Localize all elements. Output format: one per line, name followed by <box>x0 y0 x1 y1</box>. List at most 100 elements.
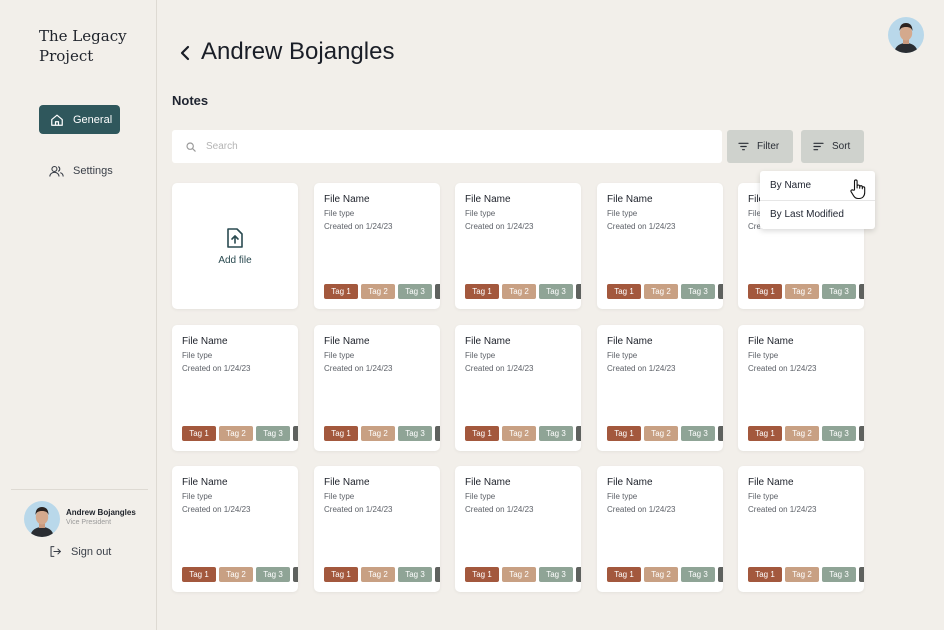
tag-1[interactable]: Tag 1 <box>748 426 782 441</box>
tag-4[interactable] <box>859 567 864 582</box>
tag-2[interactable]: Tag 2 <box>644 567 678 582</box>
tag-4[interactable] <box>293 567 298 582</box>
filter-button[interactable]: Filter <box>727 130 793 163</box>
tag-1[interactable]: Tag 1 <box>182 426 216 441</box>
file-card[interactable]: File Name File type Created on 1/24/23 T… <box>597 466 723 592</box>
file-card[interactable]: File Name File type Created on 1/24/23 T… <box>314 325 440 451</box>
tag-3[interactable]: Tag 3 <box>256 567 290 582</box>
tag-4[interactable] <box>718 567 723 582</box>
file-created-date: Created on 1/24/23 <box>324 364 393 373</box>
sign-out-button[interactable]: Sign out <box>49 545 111 558</box>
file-created-date: Created on 1/24/23 <box>182 364 251 373</box>
tag-1[interactable]: Tag 1 <box>324 567 358 582</box>
tag-1[interactable]: Tag 1 <box>607 426 641 441</box>
tag-4[interactable] <box>435 567 440 582</box>
tag-3[interactable]: Tag 3 <box>398 284 432 299</box>
tag-3[interactable]: Tag 3 <box>398 567 432 582</box>
tag-4[interactable] <box>435 426 440 441</box>
tag-1[interactable]: Tag 1 <box>324 284 358 299</box>
file-card[interactable]: File Name File type Created on 1/24/23 T… <box>455 466 581 592</box>
file-card[interactable]: File Name File type Created on 1/24/23 T… <box>314 183 440 309</box>
tag-2[interactable]: Tag 2 <box>361 567 395 582</box>
tag-2[interactable]: Tag 2 <box>219 567 253 582</box>
tag-2[interactable]: Tag 2 <box>361 426 395 441</box>
tag-2[interactable]: Tag 2 <box>361 284 395 299</box>
file-card[interactable]: File Name File type Created on 1/24/23 T… <box>455 183 581 309</box>
tag-2[interactable]: Tag 2 <box>219 426 253 441</box>
file-created-date: Created on 1/24/23 <box>465 505 534 514</box>
sort-option-by-last-modified[interactable]: By Last Modified <box>770 209 844 220</box>
file-type: File type <box>465 492 496 501</box>
file-card[interactable]: File Name File type Created on 1/24/23 T… <box>455 325 581 451</box>
tag-4[interactable] <box>576 284 581 299</box>
home-icon <box>51 114 63 126</box>
tag-2[interactable]: Tag 2 <box>785 284 819 299</box>
tag-4[interactable] <box>576 426 581 441</box>
nav-item-general-label: General <box>73 113 113 126</box>
file-created-date: Created on 1/24/23 <box>607 222 676 231</box>
tag-1[interactable]: Tag 1 <box>607 284 641 299</box>
search-icon <box>186 141 196 152</box>
file-created-date: Created on 1/24/23 <box>465 222 534 231</box>
search-input[interactable] <box>206 141 686 152</box>
tag-3[interactable]: Tag 3 <box>539 284 573 299</box>
file-card[interactable]: File Name File type Created on 1/24/23 T… <box>738 466 864 592</box>
tag-4[interactable] <box>859 426 864 441</box>
tag-4[interactable] <box>293 426 298 441</box>
back-button[interactable] <box>177 42 193 64</box>
tag-3[interactable]: Tag 3 <box>822 284 856 299</box>
tag-3[interactable]: Tag 3 <box>822 567 856 582</box>
file-card[interactable]: File Name File type Created on 1/24/23 T… <box>597 325 723 451</box>
file-card[interactable]: File Name File type Created on 1/24/23 T… <box>172 466 298 592</box>
tag-3[interactable]: Tag 3 <box>681 284 715 299</box>
tag-3[interactable]: Tag 3 <box>539 426 573 441</box>
tag-1[interactable]: Tag 1 <box>465 426 499 441</box>
file-type: File type <box>324 351 355 360</box>
sort-option-by-name[interactable]: By Name <box>770 180 811 191</box>
profile-avatar[interactable] <box>888 17 924 53</box>
tag-2[interactable]: Tag 2 <box>785 567 819 582</box>
tag-2[interactable]: Tag 2 <box>502 567 536 582</box>
nav-item-settings[interactable]: Settings <box>49 163 113 179</box>
tag-list: Tag 1 Tag 2 Tag 3 <box>465 284 581 299</box>
file-upload-icon <box>227 227 243 248</box>
tag-list: Tag 1 Tag 2 Tag 3 <box>607 284 723 299</box>
file-name: File Name <box>607 194 653 205</box>
tag-3[interactable]: Tag 3 <box>256 426 290 441</box>
sidebar-divider <box>11 489 148 490</box>
tag-1[interactable]: Tag 1 <box>324 426 358 441</box>
tag-1[interactable]: Tag 1 <box>465 284 499 299</box>
file-card[interactable]: File Name File type Created on 1/24/23 T… <box>738 325 864 451</box>
tag-1[interactable]: Tag 1 <box>748 567 782 582</box>
tag-1[interactable]: Tag 1 <box>748 284 782 299</box>
nav-item-settings-label: Settings <box>73 165 113 177</box>
nav-item-general[interactable]: General <box>39 105 120 134</box>
tag-2[interactable]: Tag 2 <box>502 284 536 299</box>
tag-3[interactable]: Tag 3 <box>681 567 715 582</box>
chevron-left-icon <box>180 45 190 61</box>
file-name: File Name <box>324 477 370 488</box>
tag-4[interactable] <box>718 426 723 441</box>
tag-3[interactable]: Tag 3 <box>539 567 573 582</box>
sort-button[interactable]: Sort <box>801 130 864 163</box>
file-card[interactable]: File Name File type Created on 1/24/23 T… <box>597 183 723 309</box>
tag-4[interactable] <box>576 567 581 582</box>
tag-4[interactable] <box>859 284 864 299</box>
tag-1[interactable]: Tag 1 <box>465 567 499 582</box>
tag-2[interactable]: Tag 2 <box>644 284 678 299</box>
add-file-card[interactable]: Add file <box>172 183 298 309</box>
sign-out-icon <box>50 546 61 557</box>
tag-3[interactable]: Tag 3 <box>398 426 432 441</box>
file-card[interactable]: File Name File type Created on 1/24/23 T… <box>314 466 440 592</box>
tag-4[interactable] <box>435 284 440 299</box>
tag-3[interactable]: Tag 3 <box>822 426 856 441</box>
tag-3[interactable]: Tag 3 <box>681 426 715 441</box>
tag-1[interactable]: Tag 1 <box>182 567 216 582</box>
tag-2[interactable]: Tag 2 <box>785 426 819 441</box>
search-bar <box>172 130 722 163</box>
file-card[interactable]: File Name File type Created on 1/24/23 T… <box>172 325 298 451</box>
tag-4[interactable] <box>718 284 723 299</box>
tag-2[interactable]: Tag 2 <box>502 426 536 441</box>
tag-1[interactable]: Tag 1 <box>607 567 641 582</box>
tag-2[interactable]: Tag 2 <box>644 426 678 441</box>
